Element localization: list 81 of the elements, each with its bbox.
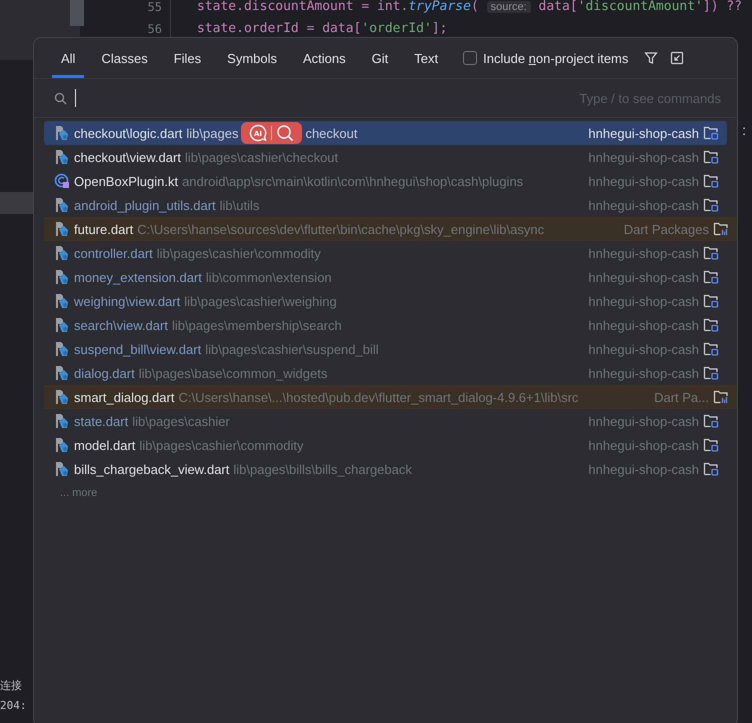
location-label: hnhegui-shop-cash	[588, 150, 699, 164]
scrollbar-thumb[interactable]	[70, 0, 84, 26]
file-path: lib\pages\bills\bills_chargeback	[233, 462, 412, 476]
tab[interactable]: Symbols	[218, 38, 286, 78]
file-name: weighing\view.dart	[74, 294, 180, 308]
file-path: android\app\src\main\kotlin\com\hnhegui\shop\cash\plugins	[182, 174, 524, 188]
filter-icon[interactable]	[644, 51, 658, 65]
result-row[interactable]: future.dart C:\Users\hanse\sources\dev\flutter\bin\cache\pkg\sky_engine\lib\async Dart Packages	[44, 217, 737, 241]
location-label: hnhegui-shop-cash	[588, 246, 699, 260]
tab[interactable]: Files	[164, 38, 210, 78]
result-row[interactable]: money_extension.dart lib\common\extension hnhegui-shop-cash	[44, 265, 727, 289]
file-path: lib\pages\membership\search	[172, 318, 342, 332]
file-name: checkout\view.dart	[74, 150, 181, 164]
result-row[interactable]: model.dart lib\pages\cashier\commodity hnhegui-shop-cash	[44, 433, 727, 457]
tab[interactable]: Git	[362, 38, 398, 78]
file-path: lib\pages\cashier\checkout	[184, 150, 338, 164]
result-row[interactable]: suspend_bill\view.dart lib\pages\cashier\suspend_bill hnhegui-shop-cash	[44, 337, 727, 361]
file-path: lib\common\extension	[206, 270, 332, 284]
console-text: 连接	[0, 678, 23, 694]
location-label: Dart Pa...	[654, 390, 709, 404]
location-label: hnhegui-shop-cash	[588, 174, 699, 188]
location-label: hnhegui-shop-cash	[588, 438, 699, 452]
side-mark: :	[742, 122, 746, 138]
file-name: checkout\logic.dart	[74, 126, 182, 140]
location-label: hnhegui-shop-cash	[588, 198, 699, 212]
file-name: future.dart	[74, 222, 134, 236]
file-name: model.dart	[74, 438, 136, 452]
collapse-icon[interactable]	[670, 51, 684, 65]
tab[interactable]: Actions	[294, 38, 355, 78]
file-path: C:\Users\hanse\sources\dev\flutter\bin\cache\pkg\sky_engine\lib\async	[137, 222, 544, 236]
file-name: smart_dialog.dart	[74, 390, 174, 404]
code-line: state.orderId = data['orderId'];	[197, 20, 448, 38]
console-text: 204:	[0, 698, 28, 714]
file-name: dialog.dart	[74, 366, 135, 380]
tab[interactable]: Text	[405, 38, 448, 78]
location-label: hnhegui-shop-cash	[588, 366, 699, 380]
file-name: suspend_bill\view.dart	[74, 342, 202, 356]
result-row[interactable]: dialog.dart lib\pages\base\common_widgets hnhegui-shop-cash	[44, 361, 727, 385]
result-row[interactable]: OpenBoxPlugin.kt android\app\src\main\kotlin\com\hnhegui\shop\cash\plugins hnhegui-shop-cash	[44, 169, 727, 193]
file-path: lib\pages\cashier	[132, 414, 230, 428]
file-path: checkout	[305, 126, 358, 140]
tab[interactable]: Classes	[92, 38, 157, 78]
file-path: C:\Users\hanse\...\hosted\pub.dev\flutter_smart_dialog-4.9.6+1\lib\src	[178, 390, 578, 404]
result-row[interactable]: controller.dart lib\pages\cashier\commodity hnhegui-shop-cash	[44, 241, 727, 265]
tab[interactable]: All	[52, 38, 84, 78]
location-label: Dart Packages	[624, 222, 709, 236]
parameter-hint: source:	[486, 1, 531, 13]
file-name: search\view.dart	[74, 318, 168, 332]
location-label: hnhegui-shop-cash	[588, 318, 699, 332]
location-label: hnhegui-shop-cash	[588, 414, 699, 428]
file-name: controller.dart	[74, 246, 153, 260]
include-option-checkbox[interactable]: Include non-project items	[463, 50, 628, 66]
file-path: lib\pages\base\common_widgets	[138, 366, 328, 380]
location-label: hnhegui-shop-cash	[588, 294, 699, 308]
file-path: lib\utils	[220, 198, 260, 212]
result-row[interactable]: smart_dialog.dart C:\Users\hanse\...\hosted\pub.dev\flutter_smart_dialog-4.9.6+1\lib\src Dart Pa...	[44, 385, 737, 409]
location-label: hnhegui-shop-cash	[588, 270, 699, 284]
location-label: hnhegui-shop-cash	[588, 126, 699, 140]
result-row[interactable]: search\view.dart lib\pages\membership\search hnhegui-shop-cash	[44, 313, 727, 337]
location-label: hnhegui-shop-cash	[588, 462, 699, 476]
result-row[interactable]: weighing\view.dart lib\pages\cashier\weighing hnhegui-shop-cash	[44, 289, 727, 313]
file-name: state.dart	[74, 414, 128, 428]
file-name: OpenBoxPlugin.kt	[74, 174, 178, 188]
file-name: android_plugin_utils.dart	[74, 198, 216, 212]
file-path: lib\pages\cashier\commodity	[156, 246, 321, 260]
line-number: 55	[146, 0, 163, 16]
result-row[interactable]: bills_chargeback_view.dart lib\pages\bills\bills_chargeback hnhegui-shop-cash	[44, 457, 727, 481]
result-row[interactable]: android_plugin_utils.dart lib\utils hnhegui-shop-cash	[44, 193, 727, 217]
file-path: lib\pages\cashier\commodity	[139, 438, 304, 452]
code-line: state.discountAmount = int.tryParse( source: data['discountAmount']) ??	[197, 0, 742, 16]
file-path: lib\pages\cashier\suspend_bill	[205, 342, 379, 356]
file-name: money_extension.dart	[74, 270, 202, 284]
line-number: 56	[146, 21, 163, 38]
file-name: bills_chargeback_view.dart	[74, 462, 230, 476]
location-label: hnhegui-shop-cash	[588, 342, 699, 356]
file-path: lib\pages\cashier\weighing	[184, 294, 337, 308]
search-icon	[54, 92, 67, 104]
search-icon[interactable]	[276, 124, 294, 142]
result-row[interactable]: checkout\view.dart lib\pages\cashier\checkout hnhegui-shop-cash	[44, 145, 727, 169]
file-path: lib\pages	[186, 126, 238, 140]
result-row[interactable]: state.dart lib\pages\cashier hnhegui-shop-cash	[44, 409, 727, 433]
